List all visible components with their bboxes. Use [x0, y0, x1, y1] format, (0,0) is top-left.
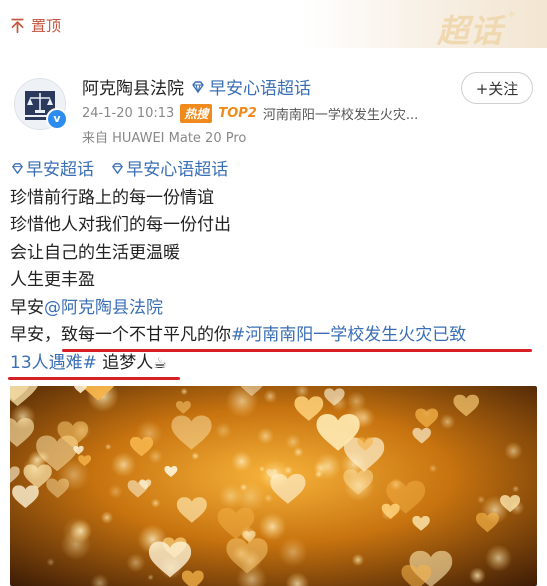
hashtag-link-part1[interactable]: #河南南阳一学校发生火灾已致 — [231, 325, 466, 345]
supertopic-tag-2[interactable]: 早安心语超话 — [110, 160, 228, 180]
verified-icon: v — [46, 108, 68, 130]
sparkle-icon: ✦ — [506, 8, 517, 23]
content-line-3: 会让自己的生活更温暖 — [10, 242, 180, 263]
topic-link-label: 早安心语超话 — [209, 79, 311, 99]
content-line-2: 珍惜他人对我们的每一份付出 — [10, 215, 231, 235]
content-line-4: 人生更丰盈 — [10, 270, 95, 290]
coffee-cup-icon: ☕ — [153, 353, 167, 372]
pin-icon — [11, 18, 24, 34]
content-line-7: 13人遇难# 追梦人☕ — [10, 350, 537, 378]
author-row: 阿克陶县法院 早安心语超话 — [82, 74, 311, 99]
author-name[interactable]: 阿克陶县法院 — [82, 74, 184, 99]
greeting-text: 早安 — [10, 297, 44, 318]
follow-label: +关注 — [475, 79, 519, 98]
hot-topic-text[interactable]: 河南南阳一学校发生火灾... — [263, 104, 418, 123]
hashtag-link-part2[interactable]: 13人遇难# — [10, 353, 97, 373]
line6-prefix: 早安， — [10, 325, 61, 345]
content-line-1: 珍惜前行路上的每一份情谊 — [10, 187, 214, 208]
tags-line: 早安超话 早安心语超话 — [10, 157, 537, 185]
content-line-6: 早安，致每一个不甘平凡的你#河南南阳一学校发生火灾已致 — [10, 322, 537, 350]
hot-search-badge[interactable]: 热搜 — [180, 104, 213, 123]
dedication-text: 致每一个不甘平凡的你 — [61, 325, 231, 345]
supertopic-logo: 超话 — [436, 12, 503, 50]
topic-link[interactable]: 早安心语超话 — [190, 74, 311, 99]
supertopic-tag-1[interactable]: 早安超话 — [10, 160, 94, 180]
red-annotation-underline-1 — [62, 349, 532, 352]
hot-rank: TOP2 — [218, 106, 257, 121]
device-source: 来自 HUAWEI Mate 20 Pro — [82, 131, 247, 146]
post-content: 早安超话 早安心语超话 珍惜前行路上的每一份情谊 珍惜他人对我们的每一份付出 会… — [10, 157, 537, 377]
pinned-label: 置顶 — [31, 17, 62, 35]
supertopic-diamond-icon — [112, 163, 124, 174]
content-line-5: 早安@阿克陶县法院 — [10, 295, 537, 323]
post-meta-row: 24-1-20 10:13 热搜 TOP2 河南南阳一学校发生火灾... — [82, 104, 418, 123]
mention-link[interactable]: @阿克陶县法院 — [44, 298, 163, 318]
supertopic-diamond-icon — [12, 163, 23, 174]
golden-hearts-image — [10, 386, 537, 586]
post-image[interactable] — [10, 386, 537, 586]
supertopic-tag-2-label: 早安心语超话 — [126, 160, 229, 180]
post-timestamp: 24-1-20 10:13 — [82, 106, 175, 121]
supertopic-diamond-icon — [192, 80, 204, 94]
post-header-bar: 置顶 超话 ✦ — [0, 0, 547, 50]
red-annotation-underline-2 — [8, 377, 180, 380]
closing-text: 追梦人 — [96, 352, 154, 373]
supertopic-tag-1-label: 早安超话 — [26, 160, 94, 180]
pinned-indicator: 置顶 — [9, 15, 61, 36]
follow-button[interactable]: +关注 — [461, 72, 533, 104]
